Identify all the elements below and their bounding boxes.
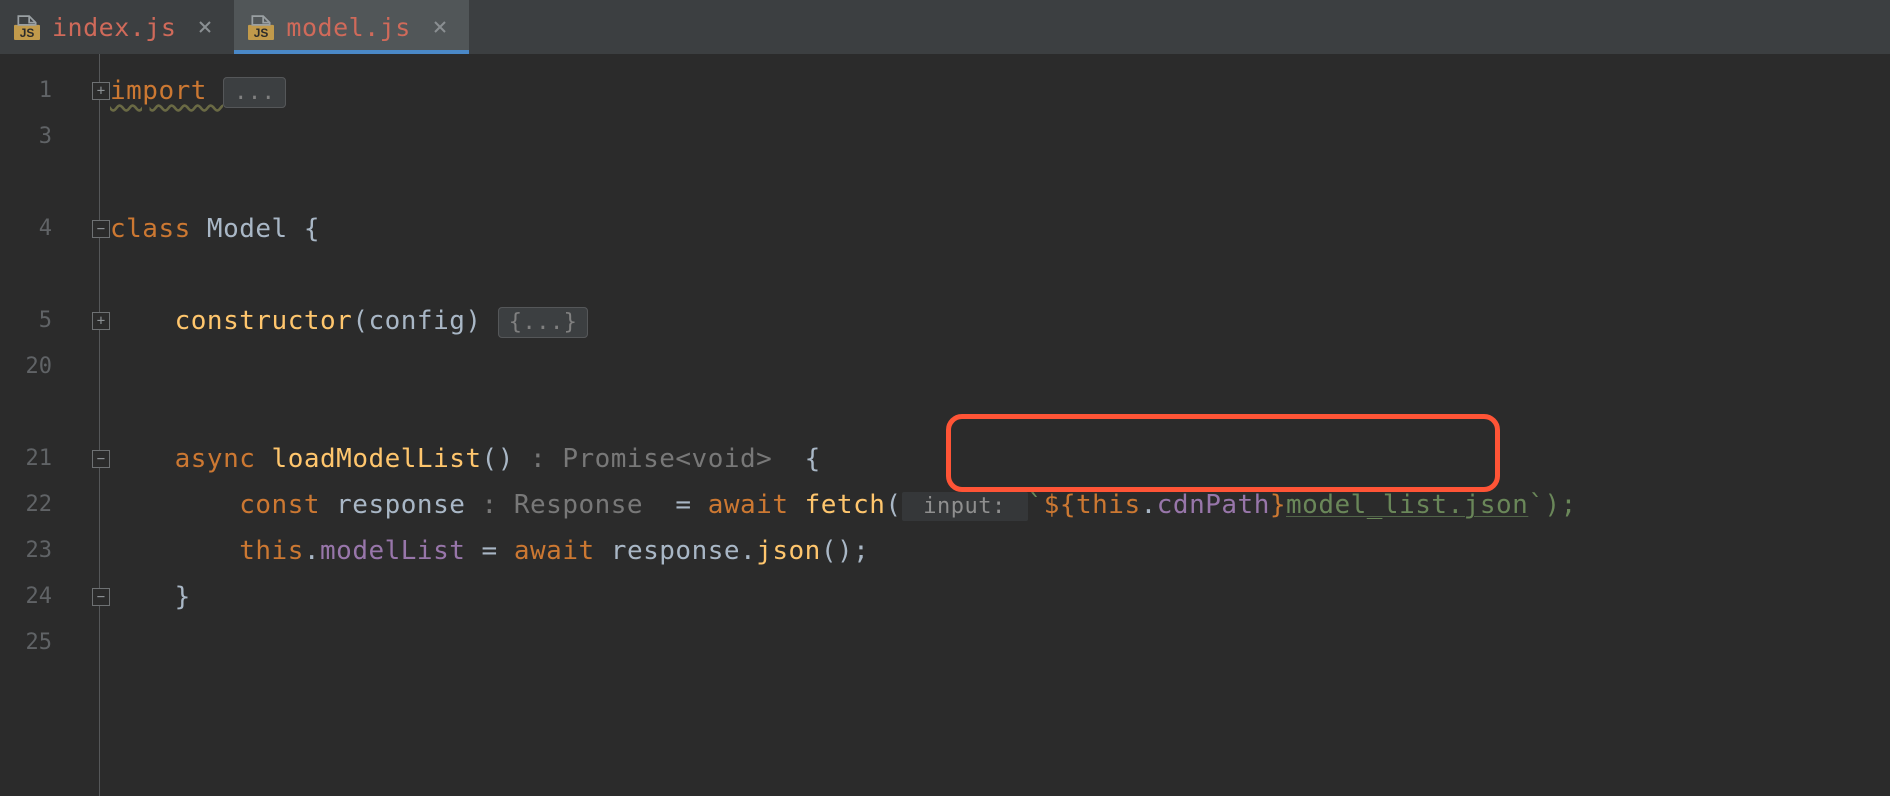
code-line[interactable]: const response : Response = await fetch(… [110,482,1890,528]
code-editor[interactable]: 1 3 4 5 20 21 22 23 24 25 + − + − − impo… [0,54,1890,796]
line-number: 3 [0,114,70,160]
close-icon[interactable] [429,16,451,38]
fold-collapse-icon[interactable]: − [92,220,110,238]
line-number: 20 [0,344,70,390]
js-file-icon: JS [248,14,274,40]
tab-bar: JS index.js JS model.js [0,0,1890,54]
line-number: 5 [0,298,70,344]
code-line[interactable]: constructor(config) {...} [110,298,1890,344]
gutter-blank [0,390,70,436]
fold-collapse-icon[interactable]: − [92,450,110,468]
fold-gutter: + − + − − [70,54,110,796]
code-line[interactable] [110,252,1890,298]
svg-text:JS: JS [20,26,35,40]
line-number: 21 [0,436,70,482]
fold-end-icon[interactable]: − [92,588,110,606]
svg-text:JS: JS [254,26,269,40]
gutter-blank [0,160,70,206]
code-line[interactable]: async loadModelList() : Promise<void> { [110,436,1890,482]
close-icon[interactable] [194,16,216,38]
parameter-hint: input: [902,492,1028,521]
fold-expand-icon[interactable]: + [92,312,110,330]
gutter-blank [0,252,70,298]
code-line[interactable] [110,390,1890,436]
line-number: 25 [0,620,70,666]
folded-region[interactable]: ... [223,77,286,108]
code-line[interactable] [110,114,1890,160]
code-line[interactable]: class Model { [110,206,1890,252]
tab-label: model.js [286,13,410,42]
tab-model-js[interactable]: JS model.js [234,0,468,54]
fold-expand-icon[interactable]: + [92,82,110,100]
code-line[interactable] [110,620,1890,666]
line-number: 22 [0,482,70,528]
line-number: 4 [0,206,70,252]
tab-label: index.js [52,13,176,42]
code-area[interactable]: import ... class Model { constructor(con… [110,54,1890,796]
code-line[interactable]: this.modelList = await response.json(); [110,528,1890,574]
tab-index-js[interactable]: JS index.js [0,0,234,54]
code-line[interactable]: } [110,574,1890,620]
code-line[interactable] [110,160,1890,206]
line-number: 23 [0,528,70,574]
line-number-gutter: 1 3 4 5 20 21 22 23 24 25 [0,54,70,796]
code-line[interactable] [110,344,1890,390]
line-number: 1 [0,68,70,114]
line-number: 24 [0,574,70,620]
folded-region[interactable]: {...} [498,307,589,338]
code-line[interactable]: import ... [110,68,1890,114]
js-file-icon: JS [14,14,40,40]
